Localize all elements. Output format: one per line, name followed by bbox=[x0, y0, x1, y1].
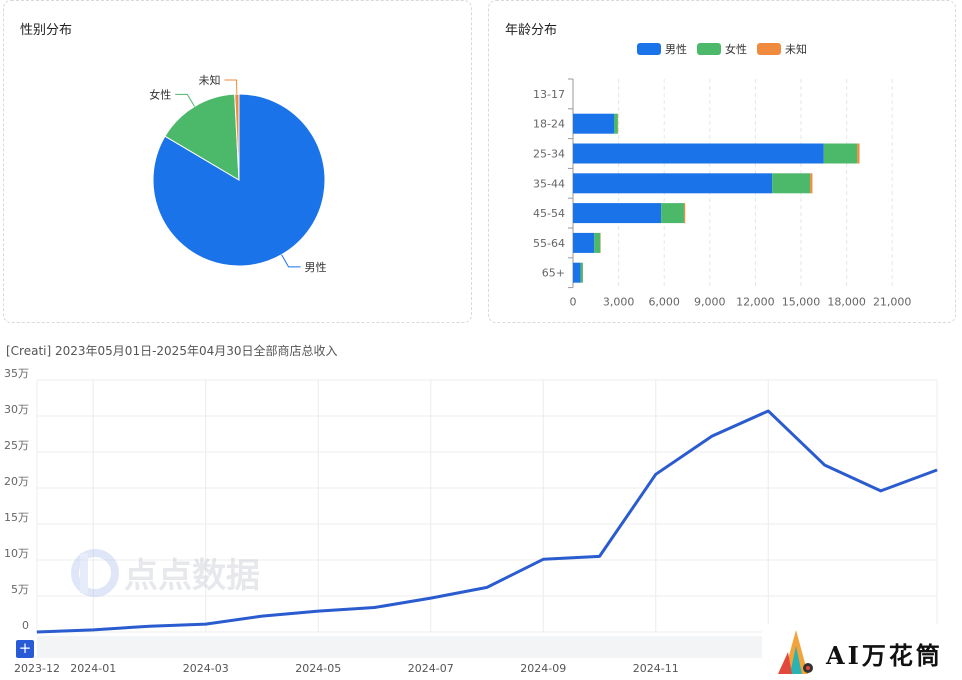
x-tick-label: 0 bbox=[570, 296, 577, 309]
pie-leader-male bbox=[281, 254, 301, 268]
watermark-text: 点点数据 bbox=[124, 556, 260, 596]
brand-badge: AI万花筒 bbox=[762, 624, 962, 680]
legend-swatch-2 bbox=[757, 43, 781, 55]
bar-45-54-female bbox=[661, 203, 684, 224]
y-tick-label: 18-24 bbox=[533, 118, 565, 131]
y-tick-label: 0 bbox=[22, 619, 29, 632]
y-tick-label: 65+ bbox=[542, 267, 565, 280]
watermark: 点点数据 bbox=[70, 548, 260, 602]
x-tick-label: 2024-05 bbox=[295, 662, 341, 675]
y-tick-label: 55-64 bbox=[533, 237, 565, 250]
x-tick-label: 2024-11 bbox=[633, 662, 679, 675]
y-tick-label: 25-34 bbox=[533, 148, 565, 161]
x-tick-label: 15,000 bbox=[782, 296, 821, 309]
age-bar-chart: 男性 女性 未知 0 3,000 6,000 9,000 12,000 15,000 18,000… bbox=[533, 42, 912, 309]
y-tick-label: 20万 bbox=[4, 475, 29, 488]
revenue-point bbox=[261, 615, 263, 617]
y-tick-label: 5万 bbox=[11, 583, 29, 596]
y-tick-label: 35-44 bbox=[533, 177, 565, 190]
bar-35-44-male bbox=[573, 173, 773, 194]
x-tick-label: 2024-07 bbox=[408, 662, 454, 675]
legend-label-1: 女性 bbox=[725, 42, 747, 56]
pie-label-unknown: 未知 bbox=[198, 73, 220, 87]
legend-label-2: 未知 bbox=[785, 42, 807, 56]
legend-swatch-0 bbox=[637, 43, 661, 55]
brand-logo-icon bbox=[778, 630, 813, 674]
bar-35-44-female bbox=[772, 173, 811, 194]
y-tick-label: 15万 bbox=[4, 511, 29, 524]
revenue-point bbox=[92, 629, 94, 631]
bar-55-64-female bbox=[594, 232, 601, 253]
pie-label-female: 女性 bbox=[149, 87, 171, 101]
revenue-point bbox=[711, 435, 713, 437]
x-tick-label: 18,000 bbox=[827, 296, 866, 309]
bar-25-34-male bbox=[573, 143, 824, 164]
revenue-point bbox=[655, 473, 657, 475]
legend-swatch-1 bbox=[697, 43, 721, 55]
revenue-point bbox=[824, 464, 825, 466]
bar-18-24-male bbox=[573, 113, 615, 134]
revenue-point bbox=[880, 490, 882, 492]
bar-65+-female bbox=[580, 262, 583, 283]
revenue-point bbox=[767, 410, 769, 412]
x-tick-label: 6,000 bbox=[648, 296, 680, 309]
y-tick-label: 10万 bbox=[4, 547, 29, 560]
watermark-logo-icon bbox=[71, 549, 119, 597]
bar-45-54-male bbox=[573, 203, 662, 224]
brand-name: AI万花筒 bbox=[826, 641, 943, 670]
gender-pie-chart: 男性 女性 未知 bbox=[149, 73, 327, 274]
y-tick-label: 13-17 bbox=[533, 88, 565, 101]
y-tick-label: 30万 bbox=[4, 403, 29, 416]
pie-leader-unknown bbox=[224, 79, 238, 95]
revenue-point bbox=[36, 631, 38, 633]
revenue-point bbox=[486, 586, 488, 588]
revenue-point bbox=[205, 623, 207, 625]
pie-leader-female bbox=[175, 93, 195, 107]
x-tick-label: 2024-01 bbox=[70, 662, 116, 675]
zoom-in-button[interactable]: + bbox=[16, 640, 34, 658]
bar-65+-male bbox=[573, 262, 581, 283]
revenue-point bbox=[374, 607, 375, 609]
x-tick-label: 2023-12 bbox=[14, 662, 60, 675]
x-tick-label: 21,000 bbox=[873, 296, 912, 309]
x-tick-label: 9,000 bbox=[694, 296, 726, 309]
bar-25-34-female bbox=[823, 143, 858, 164]
revenue-line bbox=[36, 409, 938, 634]
bar-55-64-male bbox=[573, 232, 595, 253]
revenue-point bbox=[149, 625, 150, 627]
revenue-point bbox=[936, 469, 938, 471]
y-tick-label: 45-54 bbox=[533, 207, 565, 220]
y-tick-label: 35万 bbox=[4, 367, 29, 380]
x-tick-label: 3,000 bbox=[603, 296, 635, 309]
revenue-point bbox=[599, 555, 600, 557]
y-tick-label: 25万 bbox=[4, 439, 29, 452]
x-tick-label: 2024-09 bbox=[520, 662, 566, 675]
x-tick-label: 12,000 bbox=[736, 296, 775, 309]
gender-panel: 性别分布 男性 女性 未知 bbox=[3, 0, 472, 323]
revenue-chart-title: [Creati] 2023年05月01日-2025年04月30日全部商店总收入 bbox=[6, 344, 338, 358]
bar-45-54-unknown bbox=[683, 203, 686, 224]
revenue-point bbox=[317, 610, 319, 612]
revenue-point bbox=[542, 558, 544, 560]
pie-label-male: 男性 bbox=[305, 260, 327, 274]
age-panel: 年龄分布 男性 女性 未知 0 3,000 6,000 9,000 12,000 15,000 1… bbox=[488, 0, 956, 323]
bar-25-34-unknown bbox=[857, 143, 860, 164]
bar-35-44-unknown bbox=[810, 173, 813, 194]
revenue-point bbox=[430, 597, 432, 599]
bar-18-24-female bbox=[614, 113, 618, 134]
age-legend: 男性 女性 未知 bbox=[637, 42, 807, 56]
legend-label-0: 男性 bbox=[665, 42, 687, 56]
x-tick-label: 2024-03 bbox=[183, 662, 229, 675]
